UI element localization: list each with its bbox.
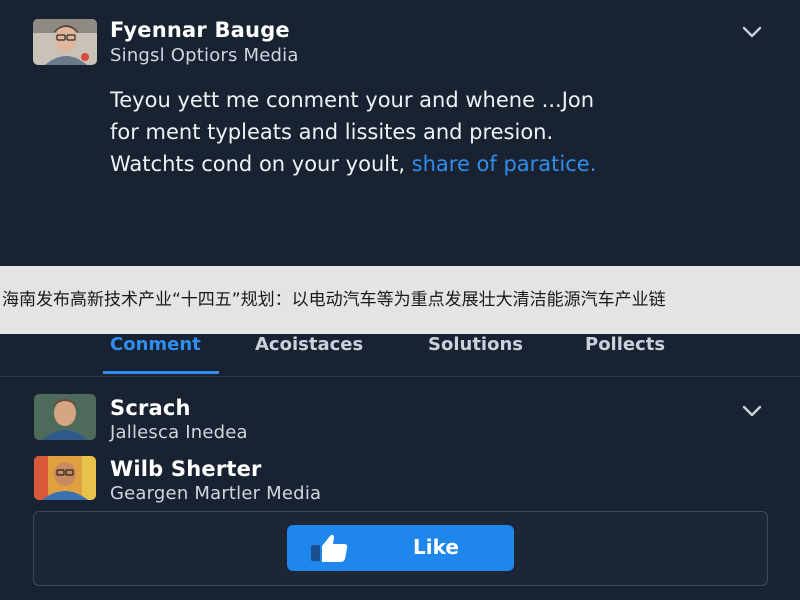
post-body: Teyou yett me conment your and whene ...… [110, 84, 750, 180]
post-text-line-3: Watchts cond on your yoult, [110, 152, 412, 176]
tab-comment[interactable]: Conment [110, 334, 201, 374]
tab-bar: Conment Acoistaces Solutions Pollects [0, 334, 800, 377]
thumbs-up-icon [307, 532, 355, 564]
comment-author-name[interactable]: Scrach [110, 396, 191, 420]
like-button-label: Like [413, 535, 459, 559]
news-banner: 海南发布高新技术产业“十四五”规划：以电动汽车等为重点发展壮大清洁能源汽车产业链 [0, 266, 800, 334]
post-author-org: Singsl Optiors Media [110, 45, 299, 66]
post-link[interactable]: share of paratice. [412, 152, 597, 176]
news-banner-text: 海南发布高新技术产业“十四五”规划：以电动汽车等为重点发展壮大清洁能源汽车产业链 [2, 290, 666, 310]
post-author-avatar[interactable] [33, 19, 97, 65]
comment-author-org: Jallesca Inedea [110, 422, 248, 443]
comment-author-org: Geargen Martler Media [110, 483, 322, 504]
like-panel: Like [33, 511, 768, 586]
chevron-down-icon[interactable] [742, 25, 762, 39]
active-tab-indicator [103, 371, 219, 374]
tab-solutions[interactable]: Solutions [428, 334, 523, 374]
tab-pollects[interactable]: Pollects [585, 334, 665, 374]
chevron-down-icon[interactable] [742, 404, 762, 418]
comment-avatar[interactable] [34, 394, 96, 440]
post-author-name[interactable]: Fyennar Bauge [110, 18, 290, 42]
post-text-line: Watchts cond on your yoult, share of par… [110, 148, 750, 180]
post-text-line: Teyou yett me conment your and whene ...… [110, 88, 595, 112]
tab-acoistaces[interactable]: Acoistaces [255, 334, 363, 374]
post-text-line: for ment typleats and lissites and presi… [110, 120, 554, 144]
comment-avatar[interactable] [34, 456, 96, 500]
comment-author-name[interactable]: Wilb Sherter [110, 457, 262, 481]
like-button[interactable]: Like [287, 525, 514, 571]
